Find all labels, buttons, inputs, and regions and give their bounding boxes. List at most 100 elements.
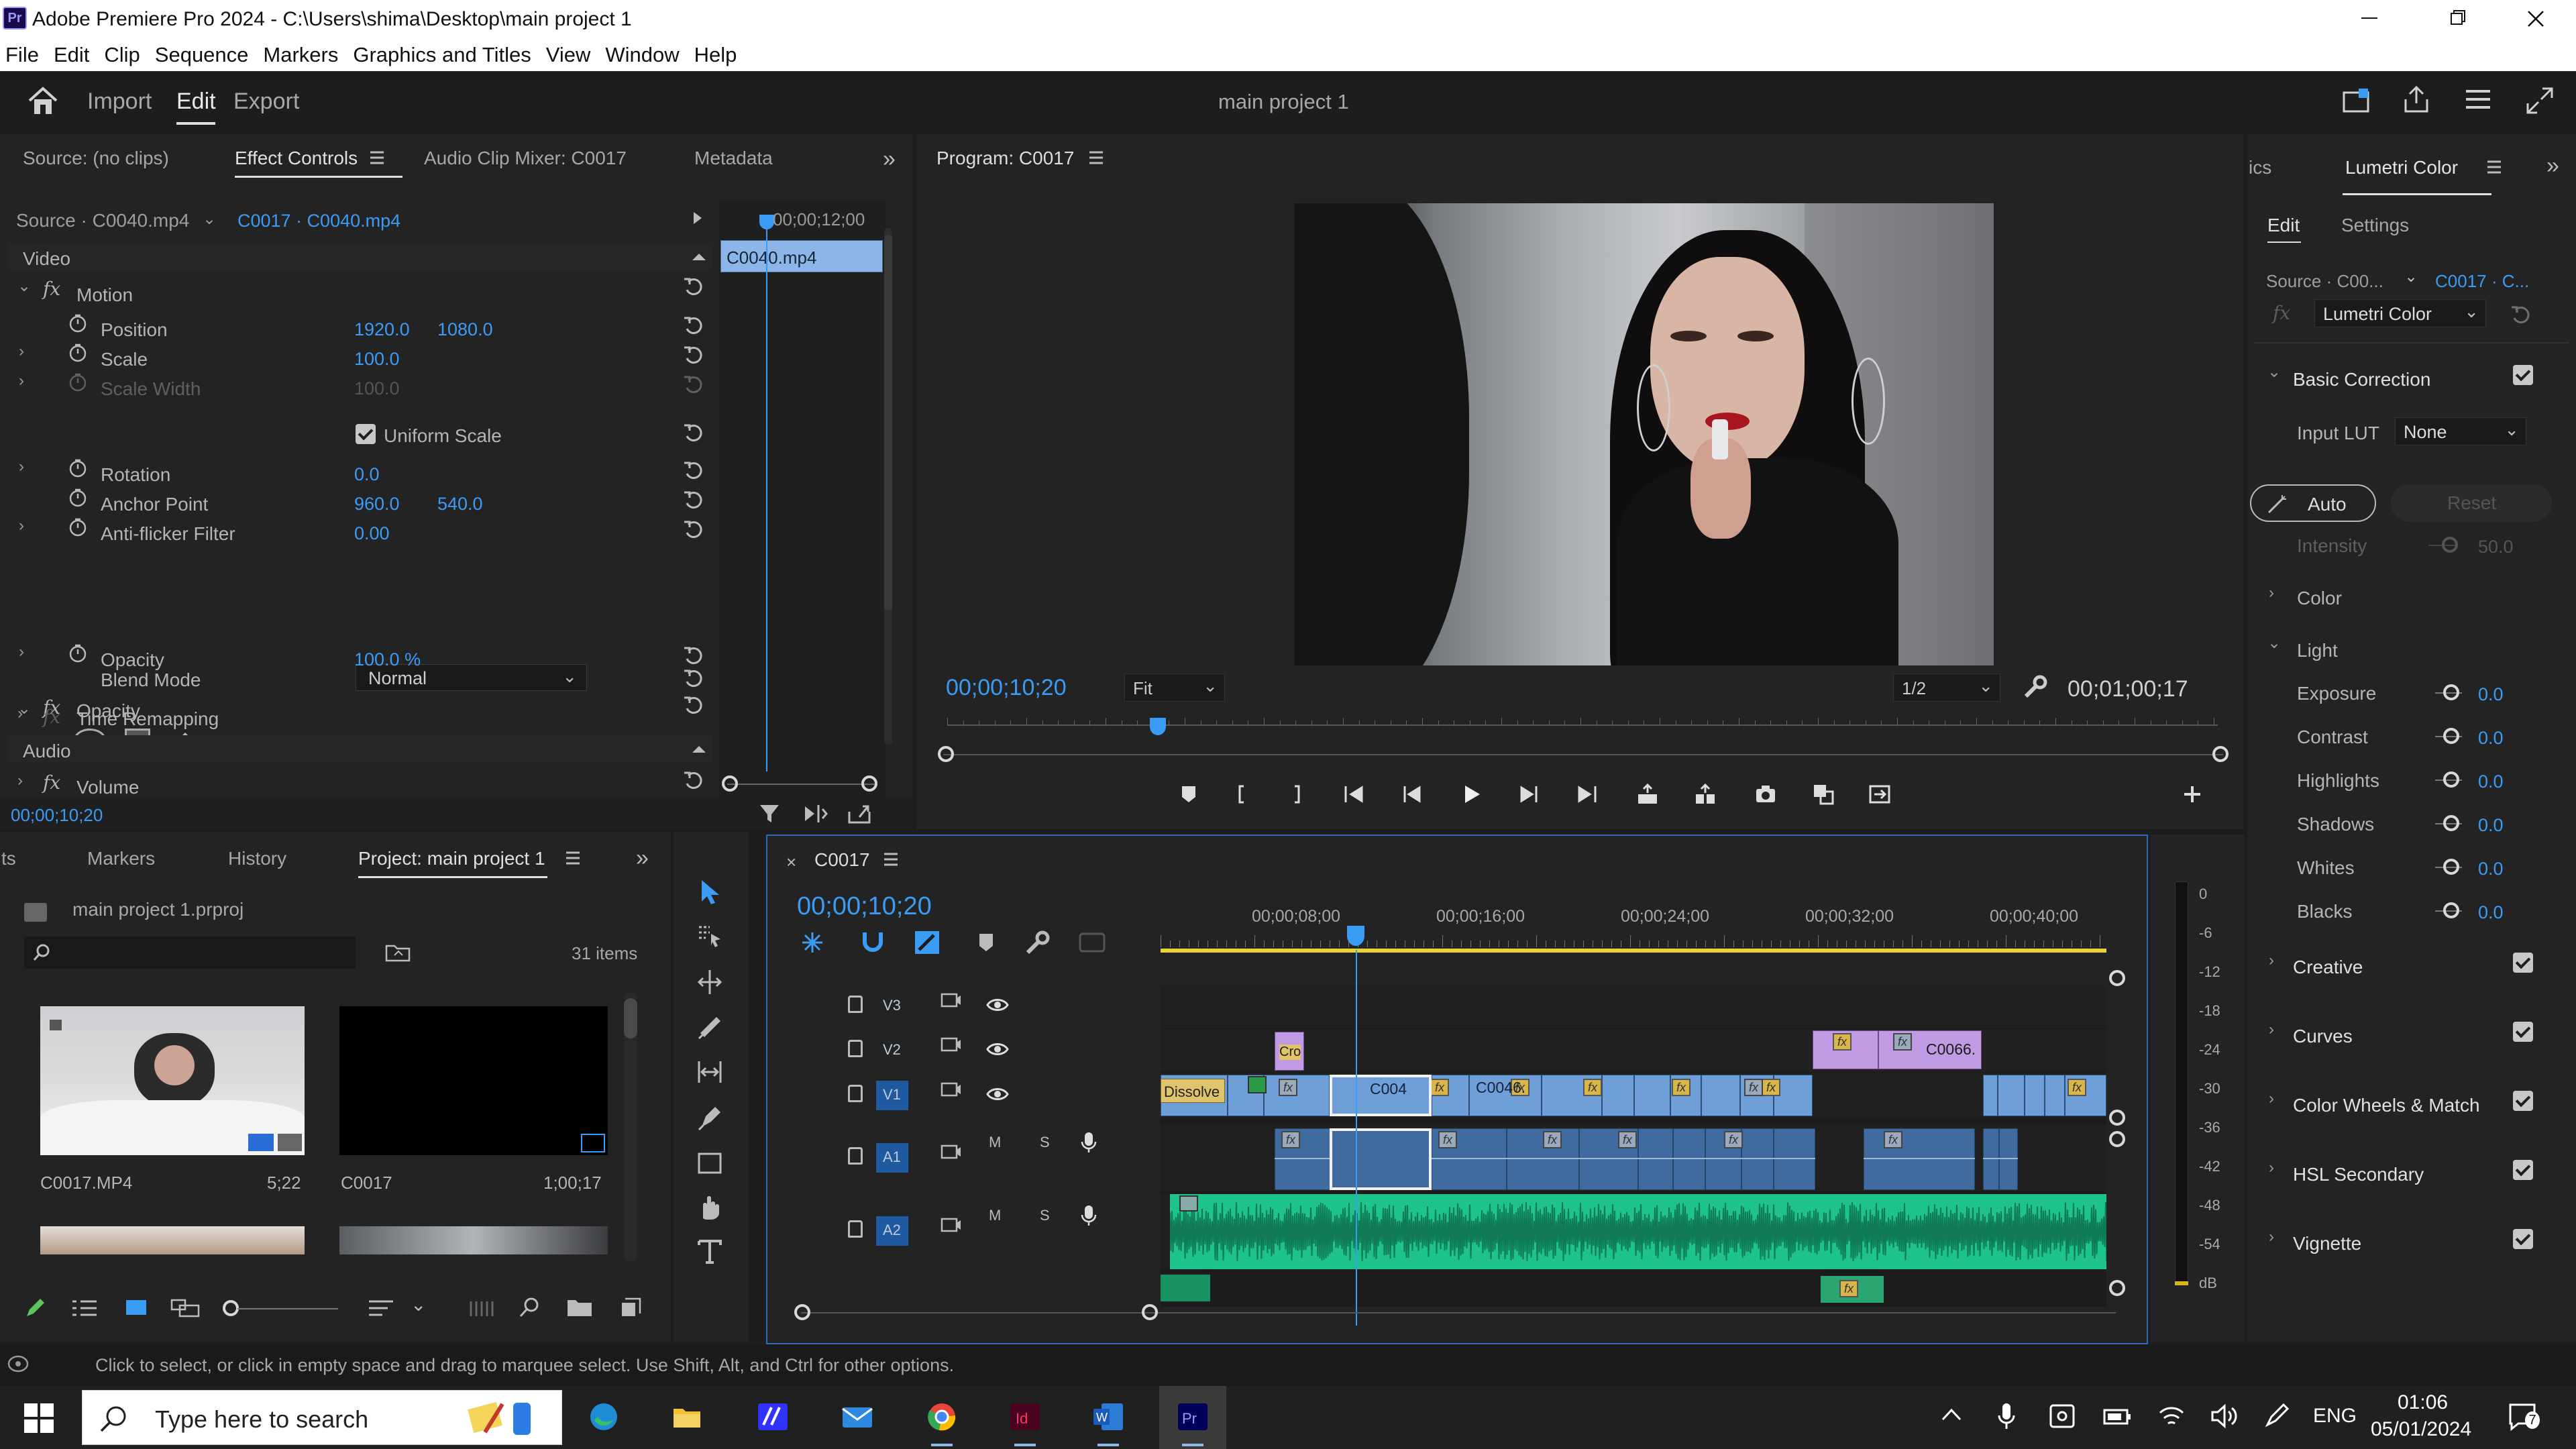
track-scroll-handle[interactable] (2109, 1280, 2125, 1296)
fx-badge-icon[interactable]: fx (1583, 1079, 1602, 1096)
workspaces-icon[interactable] (2341, 86, 2371, 115)
reset-icon[interactable] (683, 668, 704, 690)
color-chevron[interactable]: › (2269, 584, 2274, 602)
automate-icon[interactable] (468, 1299, 495, 1319)
clock-date[interactable]: 05/01/2024 (2371, 1418, 2471, 1441)
toggle-sync-lock-icon[interactable] (941, 1144, 962, 1162)
clip-a1[interactable] (1741, 1128, 1774, 1190)
scrollbar[interactable] (884, 228, 892, 745)
close-window-button[interactable] (2526, 9, 2545, 28)
word-icon[interactable]: W (1092, 1401, 1124, 1433)
timeline-settings-icon[interactable] (1025, 930, 1051, 955)
scrollbar[interactable] (624, 993, 637, 1261)
thumbnail-c0017[interactable] (339, 1006, 608, 1155)
toggle-sync-lock-icon[interactable] (941, 993, 962, 1010)
work-area-bar[interactable] (1161, 949, 2106, 953)
mic-icon[interactable] (1080, 1131, 1097, 1154)
reset-button[interactable]: Reset (2391, 484, 2552, 522)
mini-zoom-right-handle[interactable] (861, 775, 877, 792)
fit-dropdown[interactable]: Fit ⌄ (1124, 674, 1225, 702)
panel-menu-icon[interactable] (1088, 150, 1104, 165)
clip-v1[interactable] (1998, 1075, 2025, 1116)
fx-badge-icon[interactable]: fx (1281, 1131, 1300, 1148)
color-wheels-match-chevron[interactable]: › (2269, 1089, 2274, 1108)
scale-width-expand-icon[interactable]: › (19, 372, 24, 390)
tab-partial[interactable]: ts (1, 848, 16, 869)
lock-icon[interactable] (848, 1085, 863, 1102)
reset-icon[interactable] (683, 770, 704, 792)
reset-icon[interactable] (683, 276, 704, 298)
reset-icon[interactable] (2510, 305, 2532, 326)
linked-selection-icon[interactable] (914, 930, 941, 955)
track-v3[interactable] (1161, 985, 2106, 1028)
minimize-button[interactable] (2361, 17, 2377, 19)
menu-item-markers[interactable]: Markers (263, 43, 338, 66)
tab-export[interactable]: Export (233, 89, 299, 115)
anchor-point-value[interactable]: 960.0 (354, 494, 400, 515)
menu-item-sequence[interactable]: Sequence (155, 43, 249, 66)
tab-history[interactable]: History (228, 848, 286, 869)
clip-a1[interactable] (1673, 1128, 1705, 1190)
mute-button[interactable]: M (989, 1207, 1001, 1224)
lumetri-settings-tab[interactable]: Settings (2341, 215, 2409, 236)
add-marker-icon[interactable] (978, 932, 994, 953)
tab-graphics-partial[interactable]: ics (2249, 157, 2271, 178)
clip-v1[interactable] (2025, 1075, 2045, 1116)
exposure-slider-handle[interactable] (2443, 684, 2459, 700)
toggle-sync-lock-icon[interactable] (941, 1218, 962, 1235)
snap-icon[interactable] (861, 930, 884, 955)
type-tool-icon[interactable] (696, 1238, 723, 1265)
tab-source[interactable]: Source: (no clips) (23, 148, 169, 169)
collapse-up-icon[interactable] (691, 745, 707, 754)
fx-badge-icon[interactable]: fx (1430, 1079, 1449, 1096)
menu-item-graphics-and-titles[interactable]: Graphics and Titles (353, 43, 531, 66)
ripple-edit-tool-icon[interactable] (696, 969, 723, 996)
motion-expand-icon[interactable]: ⌄ (17, 276, 31, 296)
vignette-chevron[interactable]: › (2269, 1228, 2274, 1246)
basic-correction-checkbox[interactable] (2513, 365, 2533, 385)
audio-waveform-a2[interactable] (1170, 1194, 2106, 1269)
stopwatch-icon[interactable] (68, 518, 87, 537)
fx-badge-icon[interactable]: fx (1839, 1280, 1858, 1297)
reset-icon[interactable] (683, 645, 704, 667)
step-back-icon[interactable] (1401, 784, 1422, 805)
volume-expand-icon[interactable]: › (17, 771, 23, 790)
stopwatch-icon[interactable] (68, 314, 87, 333)
new-bin-icon[interactable] (385, 942, 411, 962)
clip-a1[interactable] (1864, 1128, 1975, 1190)
go-to-in-icon[interactable] (1343, 784, 1364, 805)
light-label[interactable]: Light (2297, 640, 2338, 661)
volume-icon[interactable] (2210, 1403, 2238, 1429)
fx-badge-icon[interactable]: fx (1438, 1131, 1457, 1148)
mute-button[interactable]: M (989, 1134, 1001, 1151)
rectangle-tool-icon[interactable] (696, 1150, 723, 1177)
shadows-value[interactable]: 0.0 (2478, 815, 2504, 836)
timeline-ruler[interactable]: 00;00;08;00 00;00;16;00 00;00;24;00 00;00;3… (1161, 900, 2106, 961)
stopwatch-icon[interactable] (68, 644, 87, 663)
notification-icon[interactable]: 7 (2508, 1402, 2540, 1432)
clip-v1-c004-selected[interactable]: C004 (1330, 1075, 1432, 1116)
search-input[interactable] (24, 936, 356, 969)
reset-icon[interactable] (683, 315, 704, 337)
menu-item-help[interactable]: Help (694, 43, 737, 66)
find-icon[interactable] (518, 1296, 541, 1319)
tab-edit[interactable]: Edit (176, 89, 216, 115)
edge-icon[interactable] (588, 1401, 620, 1433)
track-select-tool-icon[interactable] (696, 923, 723, 950)
mail-icon[interactable] (841, 1401, 873, 1433)
fx-badge-icon[interactable]: fx (1744, 1079, 1763, 1096)
eye-icon[interactable] (986, 1041, 1009, 1057)
tab-import[interactable]: Import (87, 89, 152, 115)
panel-menu-icon[interactable] (565, 851, 581, 865)
scale-value[interactable]: 100.0 (354, 349, 400, 370)
start-button[interactable] (24, 1403, 54, 1433)
list-view-icon[interactable] (71, 1299, 98, 1318)
whites-value[interactable]: 0.0 (2478, 859, 2504, 879)
collapse-up-icon[interactable] (691, 252, 707, 262)
clip-a1[interactable] (1638, 1128, 1673, 1190)
tab-effect-controls[interactable]: Effect Controls (235, 148, 358, 169)
chevron-down-icon[interactable]: ⌄ (203, 209, 216, 229)
restore-button[interactable] (2450, 9, 2466, 25)
timeline-playhead-handle[interactable] (1347, 926, 1364, 946)
mini-playhead[interactable] (759, 215, 774, 229)
